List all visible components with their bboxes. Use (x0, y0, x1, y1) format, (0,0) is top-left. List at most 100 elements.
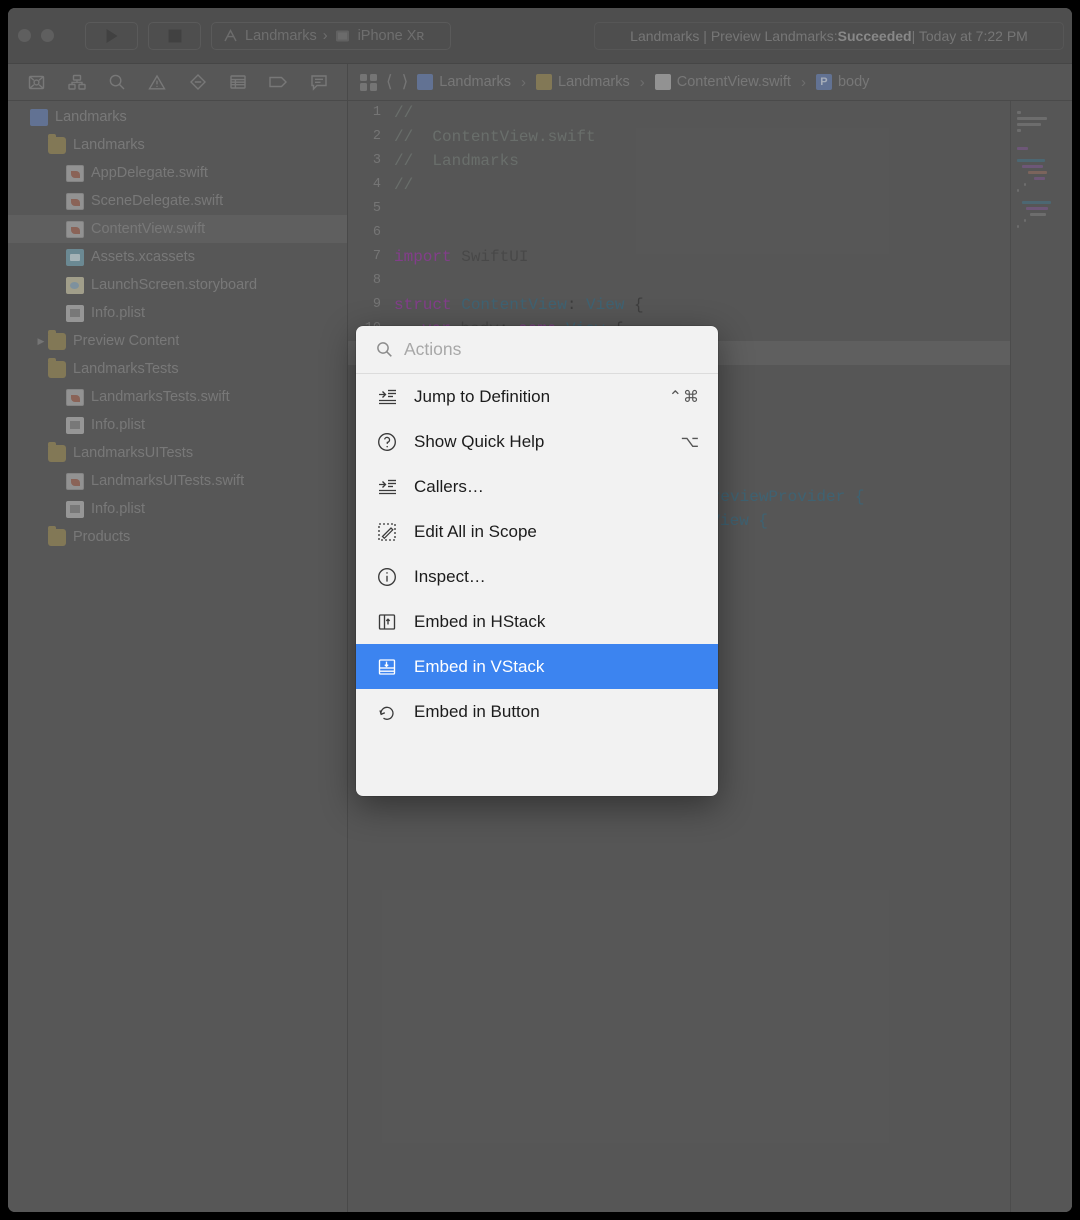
plist-icon (66, 500, 84, 518)
code-text: // (394, 104, 414, 122)
folder-icon (536, 74, 553, 90)
file-tree-label: Info.plist (91, 501, 145, 517)
menu-item[interactable]: Show Quick Help ⌥ (356, 419, 718, 464)
menu-item-shortcut: ⌥ (680, 433, 700, 451)
menu-item[interactable]: Inspect… (356, 554, 718, 599)
related-items-icon[interactable] (360, 73, 377, 91)
project-file-tree[interactable]: Landmarks Landmarks AppDelegate.swift Scene… (8, 101, 347, 551)
code-text: { (624, 296, 644, 314)
embed-hstack-icon (376, 612, 398, 632)
file-tree-row[interactable]: LandmarksUITests (8, 439, 347, 467)
file-tree-row[interactable]: AppDelegate.swift (8, 159, 347, 187)
issue-navigator-tab[interactable] (144, 71, 170, 93)
actions-menu-list[interactable]: Jump to Definition ⌃⌘ Show Quick Help ⌥ Call… (356, 374, 718, 734)
file-tree-row[interactable]: Info.plist (8, 495, 347, 523)
file-tree-label: ContentView.swift (91, 221, 206, 237)
line-number: 6 (372, 225, 381, 240)
embed-button-icon (376, 702, 398, 722)
activity-status-display[interactable]: Landmarks | Preview Landmarks: Succeeded… (594, 22, 1064, 50)
file-tree-row[interactable]: Landmarks (8, 131, 347, 159)
jump-bar: ⟨ ⟩ Landmarks › Landmarks › ContentView.… (348, 64, 1072, 101)
swift-file-icon (654, 74, 671, 90)
code-keyword: import (394, 248, 452, 266)
file-tree-row[interactable]: Info.plist (8, 299, 347, 327)
breadcrumb-file[interactable]: ContentView.swift (654, 74, 791, 90)
file-tree-label: Landmarks (55, 109, 127, 125)
menu-item-label: Embed in VStack (414, 656, 545, 676)
callers-icon (376, 477, 398, 497)
menu-item[interactable]: Edit All in Scope (356, 509, 718, 554)
navigate-forward-button[interactable]: ⟩ (402, 72, 409, 92)
app-scheme-icon (224, 28, 237, 42)
line-number: 7 (372, 249, 381, 264)
find-navigator-tab[interactable] (104, 71, 130, 93)
storyboard-icon (66, 276, 84, 294)
file-tree-label: SceneDelegate.swift (91, 193, 224, 209)
quick-actions-popover[interactable]: Jump to Definition ⌃⌘ Show Quick Help ⌥ Call… (356, 326, 718, 796)
breakpoint-navigator-tab[interactable] (265, 71, 291, 93)
file-tree-label: LandmarksTests.swift (91, 389, 230, 405)
menu-item-label: Show Quick Help (414, 431, 545, 451)
folder-icon (48, 329, 66, 350)
plist-icon (66, 416, 84, 434)
swift-icon (66, 192, 84, 210)
play-icon (106, 29, 117, 43)
menu-item[interactable]: Callers… (356, 464, 718, 509)
source-control-navigator-tab[interactable] (64, 71, 90, 93)
file-tree-label: LandmarksUITests (73, 445, 194, 461)
scheme-project-label: Landmarks (245, 28, 317, 44)
file-tree-row[interactable]: Products (8, 523, 347, 551)
inspect-icon (376, 567, 398, 587)
file-tree-row[interactable]: LaunchScreen.storyboard (8, 271, 347, 299)
file-tree-label: Products (73, 529, 131, 545)
code-text: // Landmarks (394, 152, 519, 170)
menu-item[interactable]: Embed in HStack (356, 599, 718, 644)
project-navigator-tab[interactable] (23, 71, 49, 93)
disclosure-triangle-icon[interactable]: ▶ (34, 336, 48, 347)
file-tree-label: Landmarks (73, 137, 145, 153)
file-tree-row[interactable]: ContentView.swift (8, 215, 347, 243)
xcode-window: Landmarks › iPhone Xʀ Landmarks | Previe… (8, 8, 1072, 1212)
run-button[interactable] (85, 22, 138, 50)
breadcrumb-project[interactable]: Landmarks (417, 74, 511, 90)
breadcrumb-group[interactable]: Landmarks (536, 74, 630, 90)
scheme-selector[interactable]: Landmarks › iPhone Xʀ (211, 22, 451, 50)
proj-icon (30, 108, 48, 126)
file-tree-row[interactable]: SceneDelegate.swift (8, 187, 347, 215)
breadcrumb-symbol[interactable]: P body (815, 74, 869, 90)
file-tree-row[interactable]: LandmarksTests.swift (8, 383, 347, 411)
navigate-back-button[interactable]: ⟨ (386, 72, 393, 92)
test-navigator-tab[interactable] (185, 71, 211, 93)
menu-item[interactable]: Embed in Button (356, 689, 718, 734)
file-tree-row[interactable]: Info.plist (8, 411, 347, 439)
file-tree-row[interactable]: Landmarks (8, 103, 347, 131)
actions-search-input[interactable] (404, 339, 700, 360)
file-tree-row[interactable]: Assets.xcassets (8, 243, 347, 271)
code-line: 6 (348, 221, 1010, 245)
menu-item[interactable]: Embed in VStack (356, 644, 718, 689)
stop-button[interactable] (148, 22, 201, 50)
search-icon (109, 74, 125, 90)
menu-item-label: Embed in HStack (414, 611, 546, 631)
device-icon (335, 30, 349, 42)
code-minimap[interactable] (1010, 101, 1072, 1212)
file-tree-row[interactable]: ▶ Preview Content (8, 327, 347, 355)
popover-pointer (510, 326, 536, 327)
menu-item[interactable]: Jump to Definition ⌃⌘ (356, 374, 718, 419)
code-text: // ContentView.swift (394, 128, 596, 146)
file-tree-label: Preview Content (73, 333, 180, 349)
report-navigator-tab[interactable] (306, 71, 332, 93)
file-tree-row[interactable]: LandmarksUITests.swift (8, 467, 347, 495)
actions-search-row[interactable] (356, 326, 718, 374)
file-tree-row[interactable]: LandmarksTests (8, 355, 347, 383)
debug-navigator-tab[interactable] (225, 71, 251, 93)
edit-all-in-scope-icon (376, 522, 398, 542)
plist-icon (66, 304, 84, 322)
breadcrumb-group-label: Landmarks (558, 74, 630, 90)
code-keyword: struct (394, 296, 452, 314)
search-icon (377, 342, 392, 357)
warning-triangle-icon (148, 74, 167, 89)
minimize-window-button[interactable] (41, 29, 54, 42)
menu-item-label: Inspect… (414, 566, 486, 586)
close-window-button[interactable] (18, 29, 31, 42)
